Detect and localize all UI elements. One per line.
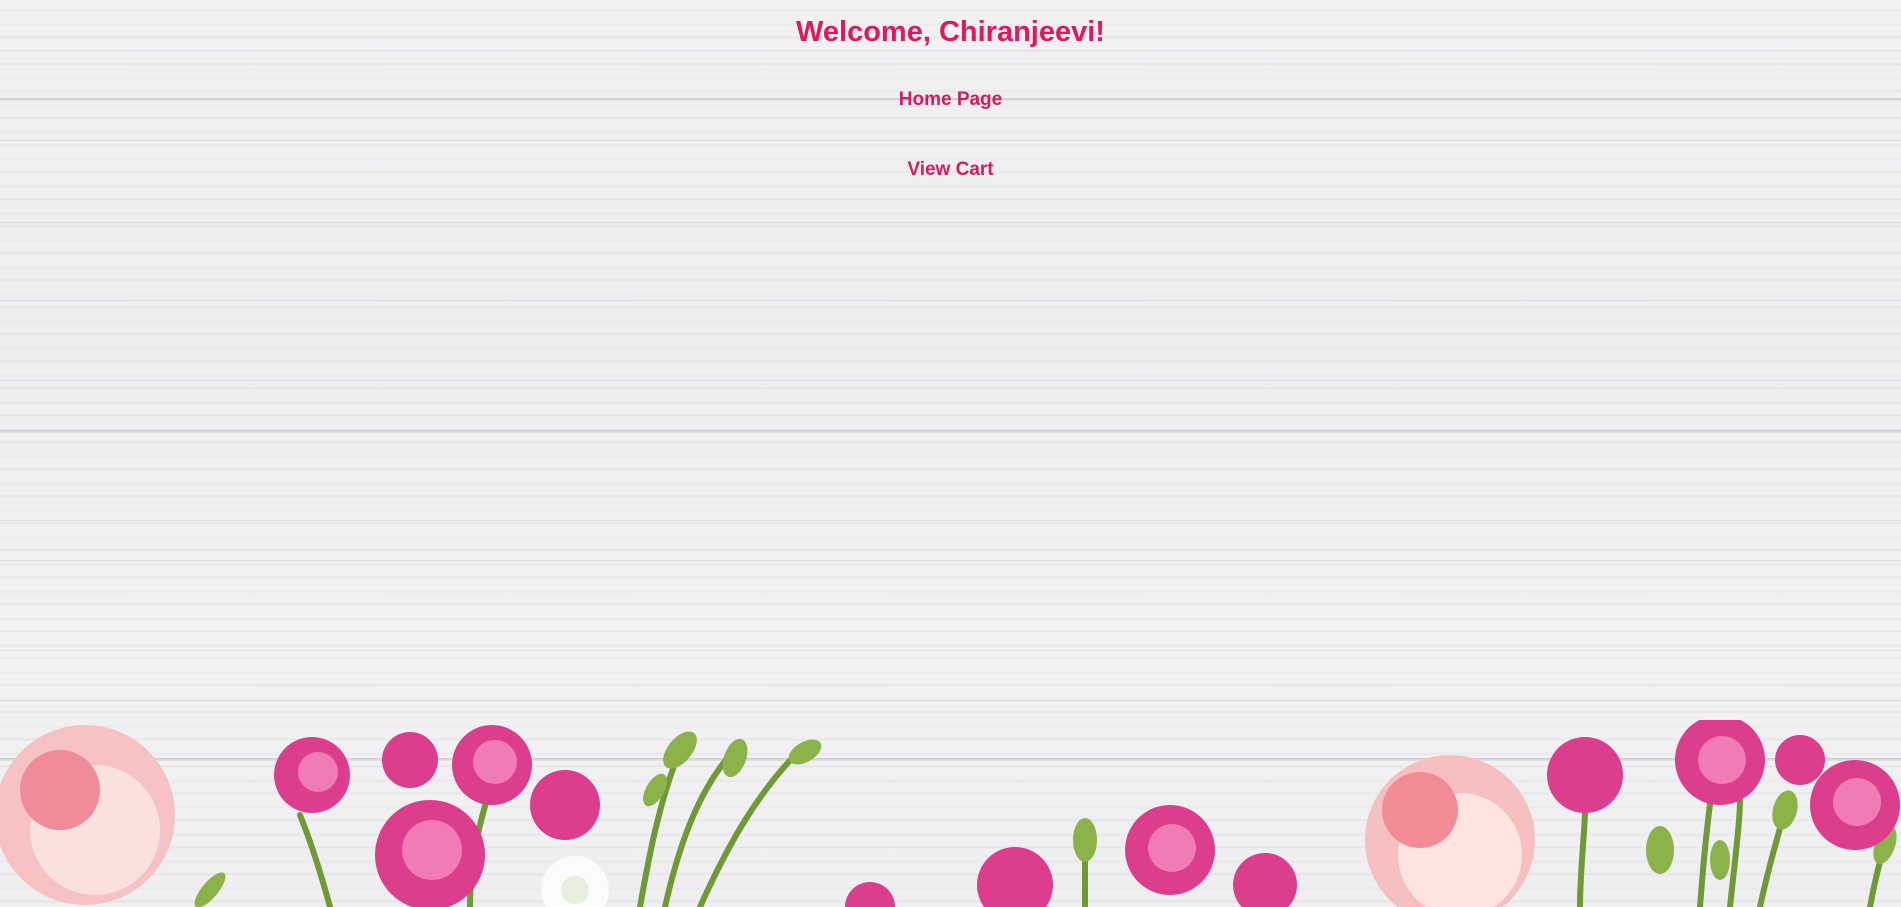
- home-page-link[interactable]: Home Page: [841, 88, 1061, 112]
- wood-grain: [0, 700, 1901, 701]
- wood-grain: [0, 300, 1901, 301]
- wood-grain: [0, 520, 1901, 521]
- plank-seam: [0, 430, 1901, 433]
- page-header: Welcome, Chiranjeevi! Home Page View Car…: [0, 0, 1901, 182]
- roses-decoration: [0, 720, 1901, 907]
- wood-grain: [0, 380, 1901, 381]
- view-cart-link[interactable]: View Cart: [841, 158, 1061, 182]
- wood-grain: [0, 222, 1901, 223]
- welcome-heading: Welcome, Chiranjeevi!: [796, 16, 1105, 48]
- roses-illustration: [0, 720, 1900, 907]
- wood-grain: [0, 650, 1901, 651]
- wood-grain: [0, 560, 1901, 561]
